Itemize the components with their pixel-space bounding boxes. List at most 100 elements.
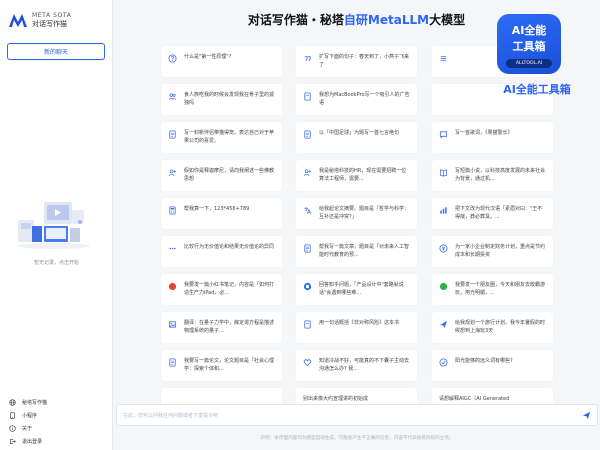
send-icon: [582, 411, 590, 420]
prompt-card-text: 我要发一个朋友圈，今天和朋友去皎霸游玩，用光明媚，...: [455, 282, 546, 296]
empty-history-illustration: [18, 202, 90, 249]
dots-icon: [168, 244, 177, 253]
doc-icon: [303, 92, 312, 101]
title-suffix: 大模型: [429, 13, 466, 27]
menu-item-about[interactable]: 关于: [0, 422, 113, 435]
menu-item-label: 退出登录: [22, 439, 43, 445]
prompt-card-text: 把下文改为现代汉语「素眉对曰："王不得哉，莽必葬臭。...: [455, 206, 543, 220]
chat-input-bar: [116, 404, 598, 426]
menu-item-logout[interactable]: 退出登录: [0, 435, 113, 448]
question-icon: [168, 54, 177, 63]
prompt-card-text: 比较行为无价值论和结果无价值论的异同: [184, 244, 275, 250]
image-icon: [168, 320, 177, 329]
prompt-card-text: 帮我算一下，123*456+789: [184, 206, 250, 212]
sidebar: META SOTA 对话写作猫 新的聊天 暂无记录，点击开始 秘塔写作猫 小程序…: [0, 0, 113, 450]
menu-item-label: 关于: [22, 426, 33, 432]
prompt-card-text: 我想为MacBookPro写一个吸引人的广告语: [319, 92, 410, 106]
badge-line1: AI全能: [511, 24, 547, 37]
prompt-card-text: 阳光能够的远义词有哪些?: [455, 358, 513, 364]
prompt-card-text: 扩写下面的句子：春天到了，小燕子飞来了: [319, 54, 410, 68]
doc-icon: [303, 320, 312, 329]
doc-lines-icon: [168, 130, 177, 139]
user-add-icon: [168, 168, 177, 177]
menu-item-label: 秘塔写作猫: [22, 400, 48, 406]
send-button[interactable]: [579, 409, 593, 422]
globe-icon: [9, 399, 16, 406]
prompt-card[interactable]: 什么是"第一性原理"?: [161, 46, 282, 77]
prompt-card-text: 知道冷战不好，可能真的不下囊子主动去沟通怎么办? 我...: [319, 358, 410, 372]
main-area: 对话写作猫・秘塔自研MetaLLM大模型 什么是"第一性原理"? 扩写下面的句子：…: [113, 0, 600, 450]
title-highlight: 自研MetaLLM: [343, 13, 430, 27]
prompt-card[interactable]: 食人族吃我的时候会发现我在骨子里的孤独吗: [161, 84, 282, 115]
prompt-card[interactable]: 我要发一篇小红书笔记，内容是「如何打造生产力iPad，必...: [161, 274, 282, 305]
prompt-card[interactable]: 扩写下面的句子：春天到了，小燕子飞来了: [296, 46, 417, 77]
prompt-card-text: 以「中国足球」为题写一首七言绝句: [319, 130, 400, 136]
brand-logo-icon: [9, 14, 27, 27]
pin-icon: [303, 282, 312, 291]
brand-name-en: META SOTA: [32, 12, 72, 19]
chat-icon: [439, 130, 448, 139]
prompt-card-text: 给我起论文摘要。题目是「哲学与科学：互补还是冲突?」: [319, 206, 410, 220]
prompt-card[interactable]: 我要写一篇论文，论文题目是「社会心理学：探索个体和...: [161, 350, 282, 381]
prompt-card-text: 假如你是释迦摩尼，请向我阐述一些佛教思想: [184, 168, 275, 182]
heart-icon: [303, 358, 312, 367]
prompt-card[interactable]: 写短篇小说，以科技高度发展的未来社会为背景，通过机...: [432, 160, 553, 191]
plane-icon: [439, 320, 448, 329]
prompt-card[interactable]: 我要发一个朋友圈，今天和朋友去皎霸游玩，用光明媚，...: [432, 274, 553, 305]
prompt-card[interactable]: 把下文改为现代汉语「素眉对曰："王不得哉，莽必葬臭。...: [432, 198, 553, 229]
red-dot-icon: [168, 282, 177, 291]
prompt-card[interactable]: 回答知乎问题，「产品设计中"套路就说话"会遇到哪些难...: [296, 274, 417, 305]
prompt-card[interactable]: 写一首歌词，《果猫警长》: [432, 122, 553, 153]
prompt-card[interactable]: 我是秘塔科技的HR，现在需要招聘一位算法工程师，需要...: [296, 160, 417, 191]
prompt-card-text: 给我规划一个旅行计划。我今年暑假的时候想到上海玩3天: [455, 320, 546, 334]
doc-lines-icon: [303, 244, 312, 253]
doc-lines-icon: [303, 130, 312, 139]
calc-icon: [168, 206, 177, 215]
prompt-card[interactable]: 给我起论文摘要。题目是「哲学与科学：互补还是冲突?」: [296, 198, 417, 229]
prompt-card-text: 回答知乎问题，「产品设计中"套路就说话"会遇到哪些难...: [319, 282, 404, 296]
prompt-card[interactable]: 比较行为无价值论和结果无价值论的异同: [161, 236, 282, 267]
prompt-card-text: 用一句话概括《非对称风险》这本书: [319, 320, 400, 326]
prompt-card[interactable]: 我想为MacBookPro写一个吸引人的广告语: [296, 84, 417, 115]
prompt-card[interactable]: 阳光能够的远义词有哪些?: [432, 350, 553, 381]
title-prefix: 对话写作猫・秘塔: [247, 13, 344, 27]
menu-item-metaso[interactable]: 秘塔写作猫: [0, 396, 113, 409]
check-icon: [439, 358, 448, 367]
doc-lines-icon: [168, 358, 177, 367]
prompt-card[interactable]: 给我规划一个旅行计划。我今年暑假的时候想到上海玩3天: [432, 312, 553, 343]
prompt-card[interactable]: 知道冷战不好，可能真的不下囊子主动去沟通怎么办? 我...: [296, 350, 417, 381]
info-icon: [9, 425, 16, 432]
menu-item-label: 小程序: [22, 413, 38, 419]
empty-history-text: 暂无记录，点击开始: [33, 260, 79, 266]
list-icon: [439, 54, 448, 63]
book-icon: [439, 168, 448, 177]
badge-line2: 工具箱: [512, 40, 546, 53]
menu-item-mini-program[interactable]: 小程序: [0, 409, 113, 422]
logout-icon: [9, 438, 16, 445]
prompt-card[interactable]: 帮我算一下，123*456+789: [161, 198, 282, 229]
prompt-card-text: 我要写一篇论文，论文题目是「社会心理学：探索个体和...: [184, 358, 275, 372]
quote-icon: [303, 54, 312, 63]
prompt-card-text: 翻译：在量子力学中，薛定谔方程是描述物理系统的量子...: [184, 320, 275, 334]
prompt-card-text: 我是秘塔科技的HR，现在需要招聘一位算法工程师，需要...: [319, 168, 407, 182]
badge-sub: ALLTOOL.AI: [506, 59, 552, 68]
new-chat-button[interactable]: 新的聊天: [7, 43, 105, 60]
prompt-card-text: 什么是"第一性原理"?: [184, 54, 232, 60]
prompt-card[interactable]: 帮我写一篇文章，题目是「对未来人工智能时代教育的预...: [296, 236, 417, 267]
prompt-card[interactable]: 用一句话概括《非对称风险》这本书: [296, 312, 417, 343]
prompt-card[interactable]: 假如你是释迦摩尼，请向我阐述一些佛教思想: [161, 160, 282, 191]
alltool-badge: AI全能 工具箱 ALLTOOL.AI: [497, 14, 561, 74]
prompt-card[interactable]: 以「中国足球」为题写一首七言绝句: [296, 122, 417, 153]
prompt-card[interactable]: 为一家小企业制定财务计划，重点是节约成本和长期投资: [432, 236, 553, 267]
prompt-card-text: 写一首歌词，《果猫警长》: [455, 130, 513, 136]
prompt-card[interactable]: 写一封新伴侣带猫得宠。表达自己对于苹果公司的喜爱。: [161, 122, 282, 153]
disclaimer: 声明：本页面内容均为模型自动生成，可能会产生不正确的信息，内容不代表秘塔科技的立…: [260, 436, 454, 441]
prompt-card-text: 我要发一篇小红书笔记，内容是「如何打造生产力iPad，必...: [184, 282, 275, 296]
brand[interactable]: META SOTA 对话写作猫: [8, 12, 71, 28]
prompt-card[interactable]: 翻译：在量子力学中，薛定谔方程是描述物理系统的量子...: [161, 312, 282, 343]
money-icon: [439, 244, 448, 253]
prompt-card-text: 写短篇小说，以科技高度发展的未来社会为背景，通过机...: [455, 168, 546, 182]
chat-input[interactable]: [123, 409, 563, 422]
people-icon: [168, 92, 177, 101]
bottom-menu: 秘塔写作猫 小程序 关于 退出登录: [0, 396, 113, 448]
